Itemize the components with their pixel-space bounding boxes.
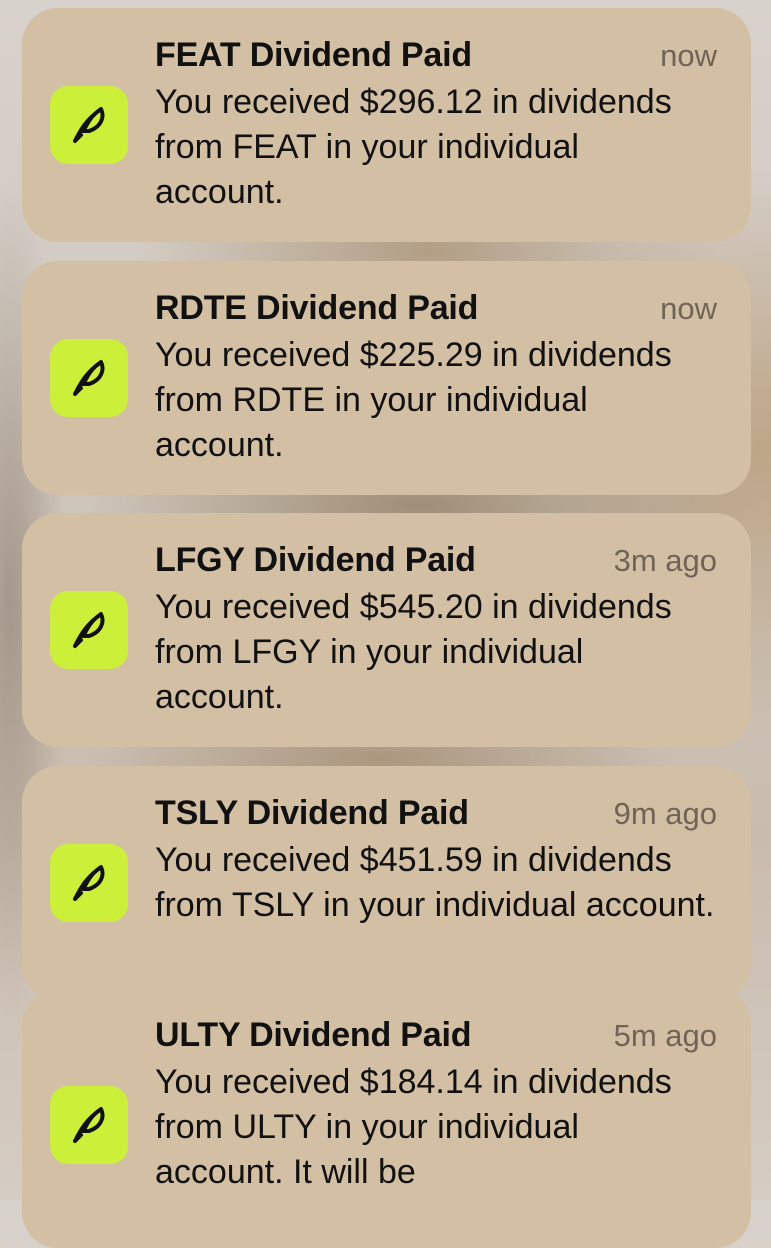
notification-time: now [660,38,717,73]
robinhood-feather-icon [50,1086,128,1164]
notification-time: now [660,291,717,326]
robinhood-feather-icon [50,86,128,164]
notification-body: You received $545.20 in dividends from L… [155,588,672,716]
notification-body: You received $296.12 in dividends from F… [155,83,672,211]
notification-title: RDTE Dividend Paid [155,289,479,327]
notification-title: TSLY Dividend Paid [155,794,469,832]
notification-title: LFGY Dividend Paid [155,541,476,579]
notification-body: You received $451.59 in dividends from T… [155,841,715,924]
notification-title: ULTY Dividend Paid [155,1016,472,1054]
robinhood-feather-icon [50,591,128,669]
notification-body: You received $225.29 in dividends from R… [155,336,672,464]
notification-card[interactable]: FEAT Dividend Paid now You received $296… [22,8,751,242]
notification-time: 5m ago [613,1018,717,1053]
notification-card[interactable]: RDTE Dividend Paid now You received $225… [22,261,751,495]
notification-card[interactable]: TSLY Dividend Paid 9m ago You received $… [22,766,751,1000]
notification-title: FEAT Dividend Paid [155,36,472,74]
notification-body: You received $184.14 in dividends from U… [155,1063,672,1191]
robinhood-feather-icon [50,339,128,417]
notification-card[interactable]: ULTY Dividend Paid 5m ago You received $… [22,988,751,1248]
robinhood-feather-icon [50,844,128,922]
notification-time: 9m ago [613,796,717,831]
notification-card[interactable]: LFGY Dividend Paid 3m ago You received $… [22,513,751,747]
notification-time: 3m ago [613,543,717,578]
